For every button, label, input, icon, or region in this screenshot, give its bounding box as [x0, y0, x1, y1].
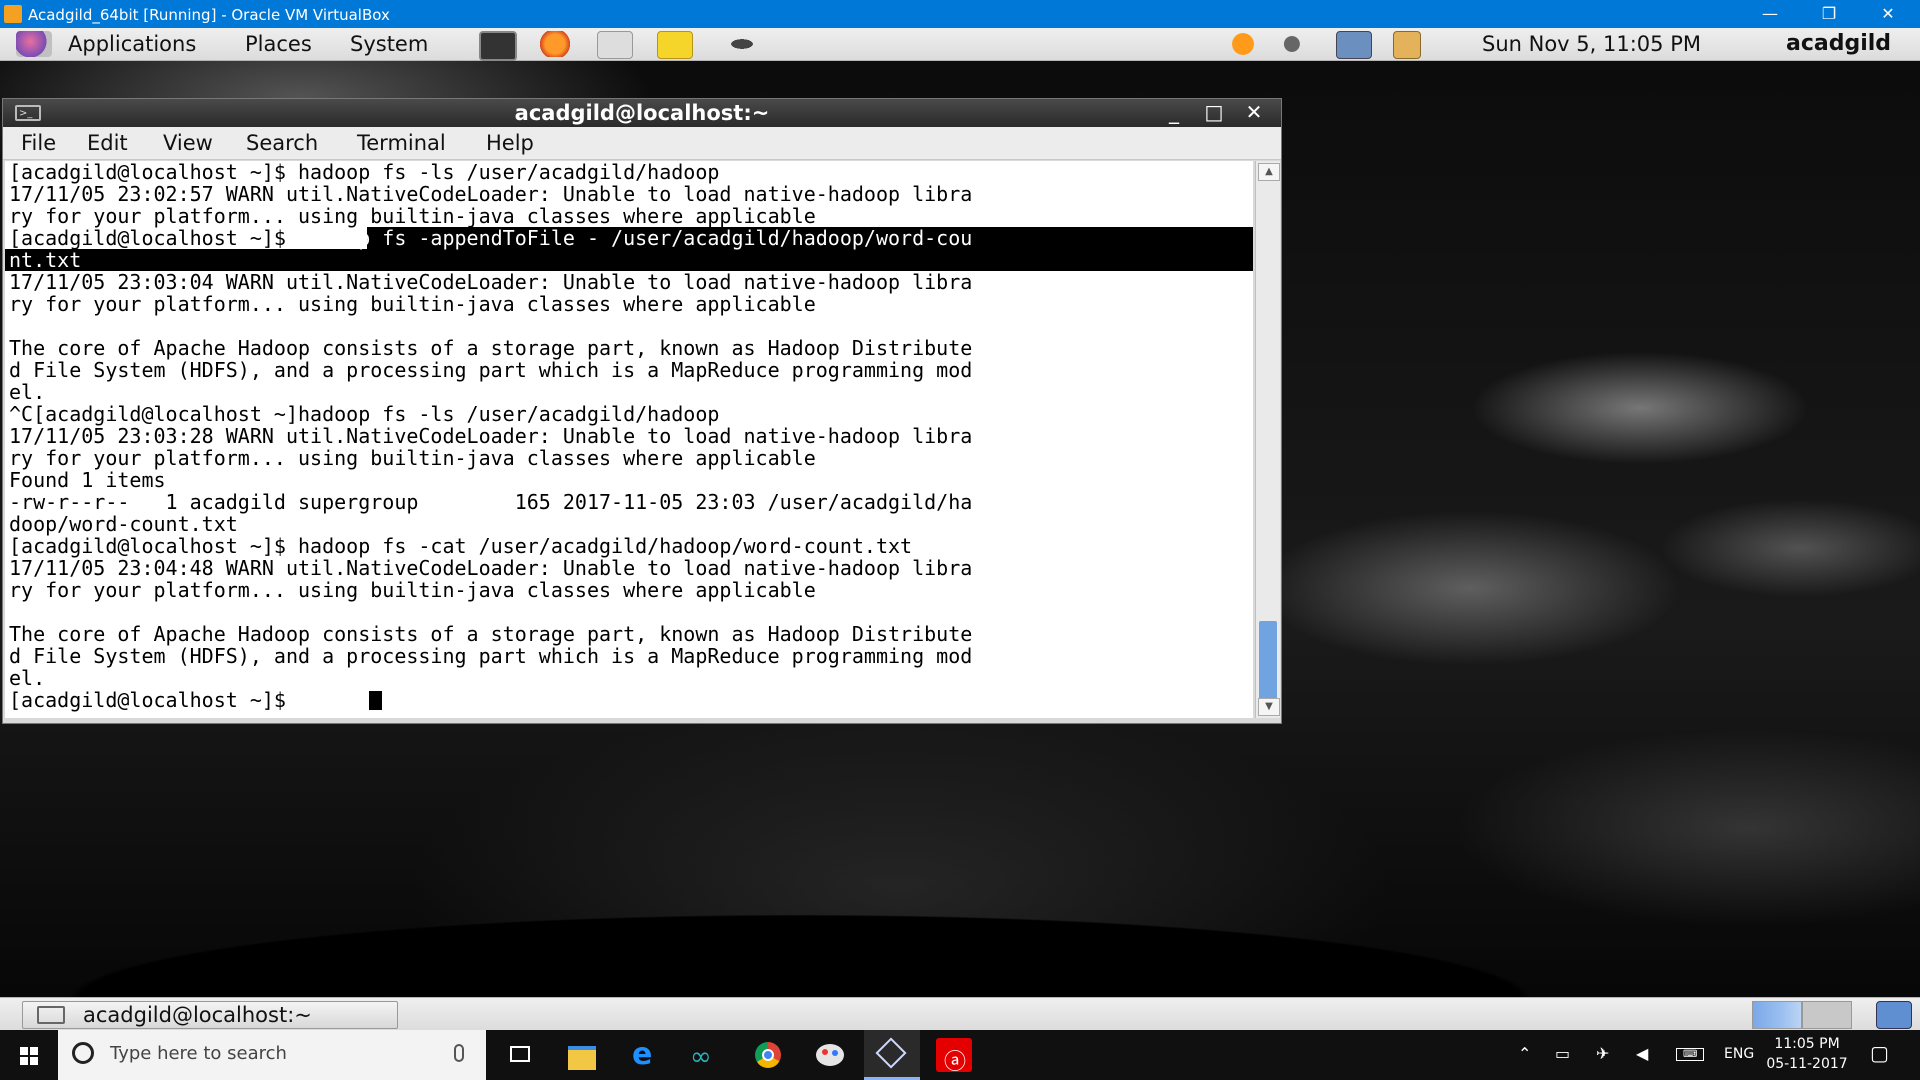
- terminal-menu-search[interactable]: Search: [246, 131, 318, 155]
- terminal-menu-terminal[interactable]: Terminal: [357, 131, 446, 155]
- search-placeholder: Type here to search: [110, 1043, 287, 1064]
- paint-icon[interactable]: [802, 1030, 858, 1080]
- terminal-line: ry for your platform... using builtin-ja…: [9, 292, 816, 316]
- text-selection: [5, 249, 1253, 271]
- workspace-1[interactable]: [1752, 1001, 1802, 1029]
- panel-clock[interactable]: Sun Nov 5, 11:05 PM: [1482, 32, 1701, 56]
- search-icon: [72, 1042, 94, 1064]
- file-explorer-icon[interactable]: [554, 1030, 610, 1080]
- language-indicator[interactable]: ENG: [1724, 1046, 1754, 1062]
- windows-taskbar: Type here to search e ∞ ⓐ ⌃ ▭ ✈ ◀ ⌨ ENG …: [0, 1030, 1920, 1080]
- guest-desktop: Applications Places System Sun Nov 5, 11…: [0, 28, 1920, 1030]
- terminal-line: -rw-r--r-- 1 acadgild supergroup 165 201…: [9, 490, 973, 514]
- terminal-output[interactable]: [acadgild@localhost ~]$ hadoop fs -ls /u…: [5, 161, 1253, 718]
- terminal-line: Found 1 items: [9, 468, 166, 492]
- taskbar-terminal-button[interactable]: acadgild@localhost:~: [22, 1001, 398, 1029]
- battery-icon[interactable]: ▭: [1555, 1044, 1570, 1063]
- terminal-line: [acadgild@localhost ~]$ hadoop fs -cat /…: [9, 534, 913, 558]
- clock-time: 11:05 PM: [1774, 1036, 1840, 1052]
- search-input[interactable]: Type here to search: [58, 1030, 486, 1080]
- terminal-line: The core of Apache Hadoop consists of a …: [9, 336, 973, 360]
- mail-icon[interactable]: [597, 31, 633, 59]
- terminal-line: [acadgild@localhost ~]$ hadoop fs -ls /u…: [9, 161, 720, 184]
- notifications-icon[interactable]: ▢: [1870, 1041, 1889, 1065]
- airtel-icon[interactable]: ⓐ: [926, 1030, 982, 1080]
- terminal-line: 17/11/05 23:03:28 WARN util.NativeCodeLo…: [9, 424, 973, 448]
- terminal-menu-file[interactable]: File: [21, 131, 56, 155]
- terminal-line: 17/11/05 23:02:57 WARN util.NativeCodeLo…: [9, 182, 973, 206]
- gnome-foot-icon[interactable]: [16, 31, 52, 57]
- notes-icon[interactable]: [657, 31, 693, 59]
- clock-date: 05-11-2017: [1766, 1056, 1848, 1072]
- terminal-line: el.: [9, 666, 46, 690]
- show-hidden-icons-icon[interactable]: ⌃: [1518, 1044, 1531, 1063]
- chrome-icon[interactable]: [740, 1030, 796, 1080]
- terminal-maximize-button[interactable]: □: [1199, 100, 1229, 126]
- scroll-thumb[interactable]: [1259, 621, 1277, 706]
- virtualbox-taskbar-icon[interactable]: [864, 1030, 920, 1080]
- edge-icon[interactable]: e: [616, 1030, 672, 1080]
- task-view-icon[interactable]: [492, 1030, 548, 1080]
- terminal-close-button[interactable]: ✕: [1239, 100, 1269, 126]
- terminal-line: ry for your platform... using builtin-ja…: [9, 204, 816, 228]
- arduino-icon[interactable]: ∞: [678, 1030, 734, 1080]
- scroll-up-arrow-icon[interactable]: ▲: [1258, 163, 1280, 181]
- close-button[interactable]: ✕: [1859, 0, 1917, 28]
- terminal-cursor: [369, 691, 382, 710]
- keyboard-icon[interactable]: ⌨: [1676, 1048, 1705, 1061]
- virtualbox-icon: [4, 5, 22, 23]
- show-desktop-icon[interactable]: [1876, 1001, 1912, 1029]
- restore-button[interactable]: ❐: [1800, 0, 1858, 28]
- minimize-button[interactable]: —: [1741, 0, 1799, 28]
- firefox-icon[interactable]: [538, 31, 572, 57]
- network-icon[interactable]: [1336, 31, 1372, 59]
- terminal-menu-edit[interactable]: Edit: [87, 131, 128, 155]
- terminal-prompt[interactable]: [acadgild@localhost ~]$: [9, 689, 298, 711]
- volume-icon[interactable]: [1280, 31, 1314, 57]
- microphone-icon[interactable]: [454, 1044, 464, 1062]
- terminal-line: ry for your platform... using builtin-ja…: [9, 578, 816, 602]
- terminal-line: el.: [9, 380, 46, 404]
- terminal-launcher-icon[interactable]: [479, 31, 517, 61]
- window-title: Acadgild_64bit [Running] - Oracle VM Vir…: [28, 6, 390, 24]
- terminal-line: doop/word-count.txt: [9, 512, 238, 536]
- terminal-menubar: File Edit View Search Terminal Help: [3, 127, 1281, 160]
- dolphin-icon[interactable]: [725, 31, 759, 57]
- terminal-scrollbar[interactable]: ▲ ▼: [1255, 161, 1280, 718]
- updates-icon[interactable]: [1226, 31, 1260, 57]
- taskbar-terminal-label: acadgild@localhost:~: [83, 1003, 312, 1027]
- clipboard-icon[interactable]: [1393, 31, 1421, 59]
- terminal-menu-help[interactable]: Help: [486, 131, 534, 155]
- gnome-top-panel: Applications Places System Sun Nov 5, 11…: [0, 28, 1920, 61]
- terminal-line: 17/11/05 23:04:48 WARN util.NativeCodeLo…: [9, 556, 973, 580]
- workspace-2[interactable]: [1802, 1001, 1852, 1029]
- menu-applications[interactable]: Applications: [68, 32, 196, 56]
- terminal-menu-view[interactable]: View: [163, 131, 213, 155]
- terminal-line: The core of Apache Hadoop consists of a …: [9, 622, 973, 646]
- terminal-title: acadgild@localhost:~: [514, 101, 770, 125]
- gnome-bottom-panel: acadgild@localhost:~: [0, 997, 1920, 1030]
- start-button[interactable]: [0, 1030, 56, 1080]
- terminal-titlebar[interactable]: >_ acadgild@localhost:~ _ □ ✕: [3, 99, 1281, 127]
- terminal-line: ry for your platform... using builtin-ja…: [9, 446, 816, 470]
- terminal-line: nt.txt: [9, 248, 82, 272]
- terminal-line: 17/11/05 23:03:04 WARN util.NativeCodeLo…: [9, 270, 973, 294]
- menu-places[interactable]: Places: [245, 32, 312, 56]
- menu-system[interactable]: System: [350, 32, 428, 56]
- system-clock[interactable]: 11:05 PM 05-11-2017: [1752, 1034, 1862, 1074]
- terminal-line: d File System (HDFS), and a processing p…: [9, 358, 973, 382]
- terminal-line: [acadgild@localhost ~]$ hadoop fs -appen…: [9, 226, 973, 250]
- terminal-line: d File System (HDFS), and a processing p…: [9, 644, 973, 668]
- virtualbox-titlebar: Acadgild_64bit [Running] - Oracle VM Vir…: [0, 0, 1920, 28]
- speaker-icon[interactable]: ◀: [1636, 1044, 1648, 1063]
- panel-username[interactable]: acadgild: [1786, 31, 1891, 56]
- terminal-line: ^C[acadgild@localhost ~]hadoop fs -ls /u…: [9, 402, 720, 426]
- wallpaper-trees: [0, 860, 1920, 1000]
- terminal-icon: [37, 1006, 65, 1024]
- scroll-down-arrow-icon[interactable]: ▼: [1258, 698, 1280, 716]
- terminal-window: >_ acadgild@localhost:~ _ □ ✕ File Edit …: [2, 98, 1282, 724]
- terminal-minimize-button[interactable]: _: [1159, 100, 1189, 126]
- network-wifi-icon[interactable]: ✈: [1596, 1044, 1609, 1063]
